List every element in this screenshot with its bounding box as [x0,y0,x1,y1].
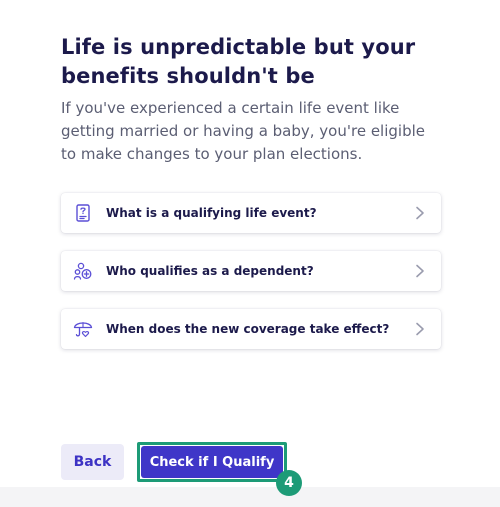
back-button[interactable]: Back [61,444,124,480]
step-number-badge: 4 [276,470,302,496]
faq-list: What is a qualifying life event? Who qua… [61,193,441,367]
page: Life is unpredictable but your benefits … [0,0,500,507]
document-icon [76,204,90,222]
chevron-right-icon [416,322,424,336]
faq-item-dependent[interactable]: Who qualifies as a dependent? [61,251,441,291]
check-if-i-qualify-button[interactable]: Check if I Qualify [141,446,283,478]
dependents-icon [73,262,92,280]
faq-item-label: When does the new coverage take effect? [106,322,390,336]
faq-item-label: What is a qualifying life event? [106,206,317,220]
faq-item-coverage-effective[interactable]: When does the new coverage take effect? [61,309,441,349]
footer-bar [0,487,500,507]
page-title: Life is unpredictable but your benefits … [61,35,416,88]
faq-item-label: Who qualifies as a dependent? [106,264,314,278]
umbrella-heart-icon [73,322,93,338]
faq-item-qualifying-life-event[interactable]: What is a qualifying life event? [61,193,441,233]
chevron-right-icon [416,206,424,220]
chevron-right-icon [416,264,424,278]
page-description: If you've experienced a certain life eve… [61,99,425,163]
